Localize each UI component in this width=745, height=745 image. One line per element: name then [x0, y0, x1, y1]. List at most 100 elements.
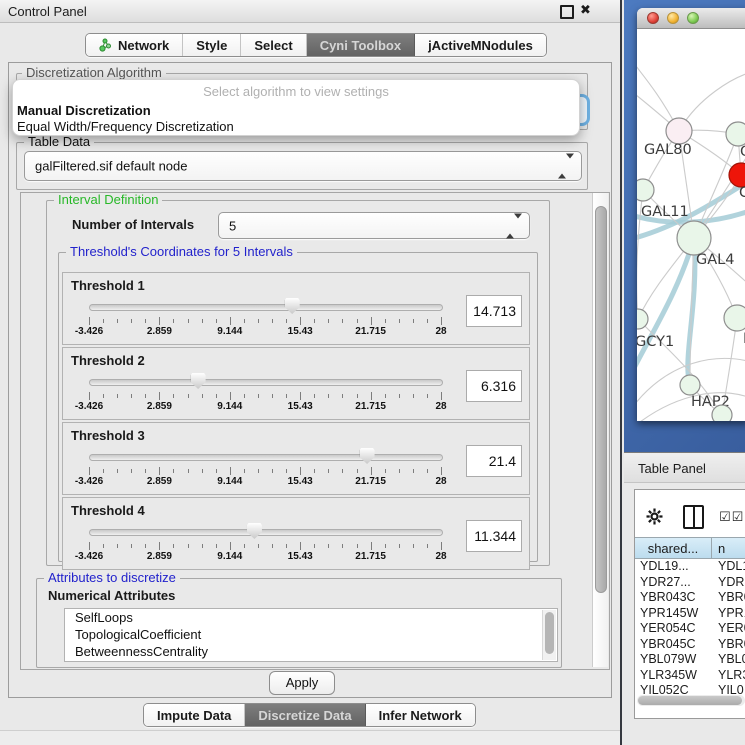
network-window-titlebar[interactable] [637, 8, 745, 29]
table-cell-name[interactable]: YLR3 [712, 668, 745, 684]
table-rows: YDL19...YDL1YDR27...YDR2YBR043CYBR0YPR14… [635, 559, 745, 697]
table-cell-name[interactable]: YBR0 [712, 637, 745, 653]
tick-mark [300, 392, 301, 400]
network-node[interactable] [677, 221, 711, 255]
tick-mark [202, 394, 203, 398]
slider-track[interactable] [89, 379, 443, 386]
tab-cyni-toolbox[interactable]: Cyni Toolbox [307, 34, 415, 56]
table-row[interactable]: YDR27...YDR2 [635, 575, 745, 591]
network-node[interactable] [724, 305, 745, 331]
table-row[interactable]: YLR345WYLR3 [635, 668, 745, 684]
attribute-item-selfloops[interactable]: SelfLoops [65, 609, 557, 626]
horizontal-scrollbar[interactable] [637, 695, 745, 706]
tick-mark [314, 394, 315, 398]
tab-style[interactable]: Style [183, 34, 241, 56]
close-icon[interactable]: ✖ [580, 2, 591, 18]
network-node[interactable] [637, 309, 648, 329]
tab-infer-network[interactable]: Infer Network [366, 704, 475, 726]
vertical-scrollbar-thumb[interactable] [595, 206, 607, 593]
table-cell-name[interactable]: YBR0 [712, 590, 745, 606]
threshold-row: Threshold 2-3.4262.8599.14415.4321.71528… [62, 347, 530, 420]
apply-button[interactable]: Apply [269, 671, 335, 695]
table-cell-shared-name[interactable]: YBL079W [635, 652, 712, 668]
algorithm-option-manual-discretization[interactable]: Manual Discretization [13, 103, 579, 119]
attribute-item-topologicalcoefficient[interactable]: TopologicalCoefficient [65, 626, 557, 643]
table-cell-name[interactable]: YDL1 [712, 559, 745, 575]
network-node[interactable] [666, 118, 692, 144]
column-header-name[interactable]: n [712, 537, 745, 559]
table-row[interactable]: YER054CYER0 [635, 621, 745, 637]
threshold-value-field[interactable]: 14.713 [466, 295, 522, 327]
table-data-combobox[interactable]: galFiltered.sif default node [24, 151, 582, 181]
table-cell-shared-name[interactable]: YLR345W [635, 668, 712, 684]
number-of-intervals-combobox[interactable]: 5 [218, 212, 530, 239]
table-cell-shared-name[interactable]: YDL19... [635, 559, 712, 575]
table-cell-shared-name[interactable]: YPR145W [635, 606, 712, 622]
column-header-shared[interactable]: shared... [635, 537, 712, 559]
table-row[interactable]: YBR043CYBR0 [635, 590, 745, 606]
table-cell-name[interactable]: YDR2 [712, 575, 745, 591]
table-row[interactable]: YDL19...YDL1 [635, 559, 745, 575]
table-panel-box: ☑☑ shared... n YDL19...YDL1YDR27...YDR2Y… [634, 489, 745, 719]
table-row[interactable]: YBL079WYBL0 [635, 652, 745, 668]
slider-track[interactable] [89, 529, 443, 536]
network-view-window[interactable]: GAL80GACGAL11GAL4GCY1HHAP2 [637, 8, 745, 421]
slider-track[interactable] [89, 454, 443, 461]
gear-icon[interactable] [646, 508, 663, 528]
tick-mark [371, 542, 372, 550]
tab-select[interactable]: Select [241, 34, 306, 56]
vertical-scrollbar[interactable] [592, 193, 608, 667]
table-cell-name[interactable]: YER0 [712, 621, 745, 637]
tick-mark [413, 394, 414, 398]
numerical-attributes-list[interactable]: SelfLoopsTopologicalCoefficientBetweenne… [64, 608, 558, 662]
network-node[interactable] [726, 122, 745, 146]
tab-label: Discretize Data [258, 708, 351, 723]
slider-handle[interactable] [285, 298, 300, 314]
tick-mark [188, 394, 189, 398]
threshold-value-field[interactable]: 6.316 [466, 370, 522, 402]
network-node-label: GCY1 [637, 334, 674, 350]
attribute-items: SelfLoopsTopologicalCoefficientBetweenne… [65, 609, 557, 660]
table-cell-shared-name[interactable]: YER054C [635, 621, 712, 637]
table-cell-name[interactable]: YBL0 [712, 652, 745, 668]
network-node[interactable] [712, 405, 732, 421]
zoom-traffic-light-icon[interactable] [687, 12, 699, 24]
slider-track[interactable] [89, 304, 443, 311]
network-node[interactable] [680, 375, 700, 395]
tick-mark [117, 394, 118, 398]
tab-network[interactable]: Network [86, 34, 183, 56]
slider-handle[interactable] [191, 373, 206, 389]
threshold-value-field[interactable]: 21.4 [466, 445, 522, 477]
table-cell-shared-name[interactable]: YBR043C [635, 590, 712, 606]
horizontal-scrollbar-thumb[interactable] [638, 696, 742, 705]
table-cell-shared-name[interactable]: YBR045C [635, 637, 712, 653]
close-traffic-light-icon[interactable] [647, 12, 659, 24]
network-canvas[interactable]: GAL80GACGAL11GAL4GCY1HHAP2 [637, 29, 745, 421]
threshold-value-field[interactable]: 11.344 [466, 520, 522, 552]
checkbox-columns-icon[interactable]: ☑☑ [719, 509, 744, 525]
table-data-value: galFiltered.sif default node [35, 159, 187, 174]
table-row[interactable]: YPR145WYPR1 [635, 606, 745, 622]
tab-impute-data[interactable]: Impute Data [144, 704, 245, 726]
slider-handle[interactable] [247, 523, 262, 539]
tick-label: 15.43 [288, 326, 313, 337]
slider-handle[interactable] [360, 448, 375, 464]
tab-discretize-data[interactable]: Discretize Data [245, 704, 365, 726]
network-node[interactable] [637, 179, 654, 201]
tick-label: 28 [435, 401, 446, 412]
float-window-icon[interactable] [560, 5, 574, 19]
table-cell-shared-name[interactable]: YDR27... [635, 575, 712, 591]
tick-mark [342, 469, 343, 473]
table-cell-name[interactable]: YPR1 [712, 606, 745, 622]
attribute-item-betweennesscentrality[interactable]: BetweennessCentrality [65, 643, 557, 660]
algorithm-option-equal-width-frequency-discretization[interactable]: Equal Width/Frequency Discretization [13, 119, 579, 135]
tick-mark [441, 542, 442, 550]
tick-mark [216, 394, 217, 398]
network-node-label: GA [740, 144, 745, 160]
list-scrollbar[interactable] [542, 610, 556, 660]
tab-jactivemnodules[interactable]: jActiveMNodules [415, 34, 546, 56]
column-layout-icon[interactable] [683, 505, 704, 529]
table-row[interactable]: YBR045CYBR0 [635, 637, 745, 653]
minimize-traffic-light-icon[interactable] [667, 12, 679, 24]
list-scrollbar-thumb[interactable] [545, 612, 554, 654]
